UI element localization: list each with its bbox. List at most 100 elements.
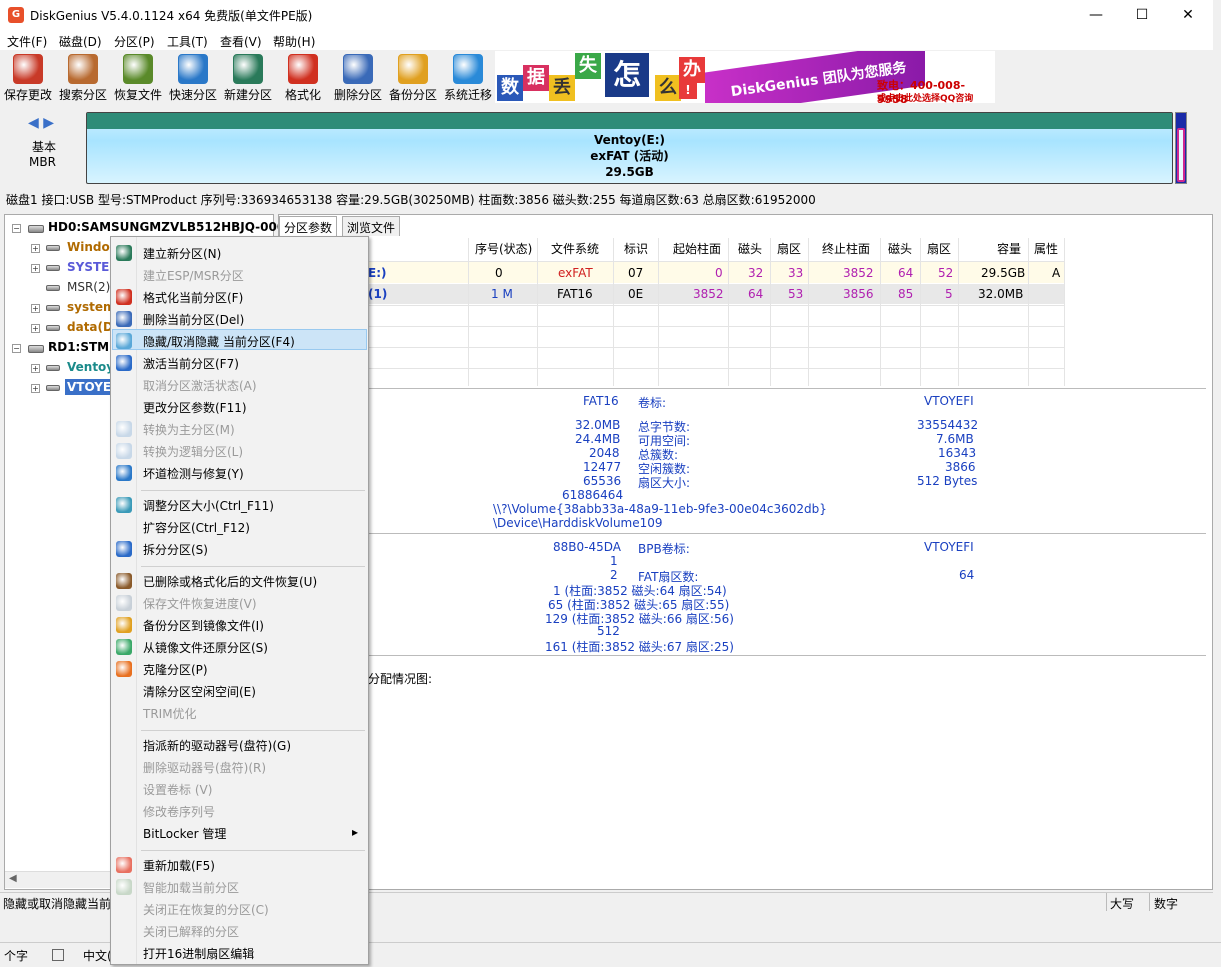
context-menu-item[interactable]: 调整分区大小(Ctrl_F11) [143, 497, 274, 514]
context-menu-item[interactable]: 指派新的驱动器号(盘符)(G) [143, 737, 291, 754]
col-header-end-cyl[interactable]: 终止柱面 [822, 240, 870, 257]
backup-partition-button[interactable]: 备份分区 [386, 52, 440, 104]
ad-banner[interactable]: 数 据 丢 失 怎 么 办 ! DiskGenius 团队为您服务 致电：400… [495, 51, 995, 103]
collapse-icon[interactable]: − [12, 344, 21, 353]
col-header-start-cyl[interactable]: 起始柱面 [673, 240, 721, 257]
taskbar-ime[interactable]: 中文( [83, 947, 112, 964]
context-menu-item[interactable]: 格式化当前分区(F) [143, 289, 243, 306]
context-menu-item: TRIM优化 [143, 707, 197, 721]
collapse-icon[interactable]: − [12, 224, 21, 233]
menu-view[interactable]: 查看(V) [220, 33, 262, 50]
context-menu-item[interactable]: 打开16进制扇区编辑 [143, 945, 254, 962]
table-row-divider [279, 326, 1065, 327]
convert-primary-icon [116, 421, 132, 437]
expand-icon[interactable]: + [31, 364, 40, 373]
menu-file[interactable]: 文件(F) [7, 33, 47, 50]
col-header-start-sector[interactable]: 扇区 [777, 240, 801, 257]
tree-partition-msr[interactable]: MSR(2) [67, 280, 110, 294]
cell-start-cyl: 0 [715, 266, 723, 280]
tree-partition-vtoyefi[interactable]: VTOYE [65, 379, 114, 395]
context-menu-item[interactable]: 删除当前分区(Del) [143, 311, 244, 328]
search-partition-button[interactable]: 搜索分区 [56, 52, 110, 104]
expand-icon[interactable]: + [31, 304, 40, 313]
context-menu-item[interactable]: 坏道检测与修复(Y) [143, 465, 244, 482]
expand-icon[interactable]: + [31, 264, 40, 273]
new-partition-button[interactable]: 新建分区 [221, 52, 275, 104]
usb-disk-icon [28, 345, 44, 353]
partition-icon [46, 365, 60, 371]
context-menu-item[interactable]: 克隆分区(P) [143, 661, 208, 678]
disk-nav-arrows-icon[interactable]: ◀ ▶ [28, 115, 54, 131]
banner-char: 么 [655, 75, 681, 101]
outer-scrollbar[interactable] [1213, 0, 1221, 967]
table-col-divider [920, 238, 921, 386]
context-menu-item[interactable]: 隐藏/取消隐藏 当前分区(F4) [143, 333, 295, 350]
info-bpb-label: VTOYEFI [924, 540, 974, 554]
menu-help[interactable]: 帮助(H) [273, 33, 315, 50]
table-col-divider [468, 238, 469, 386]
expand-icon[interactable]: + [31, 384, 40, 393]
status-num-lock: 数字 [1154, 897, 1179, 911]
minimize-button[interactable]: — [1073, 0, 1119, 30]
col-header-fs[interactable]: 文件系统 [551, 240, 599, 257]
menu-disk[interactable]: 磁盘(D) [59, 33, 102, 50]
smart-load-icon [116, 879, 132, 895]
context-menu-item[interactable]: 从镜像文件还原分区(S) [143, 639, 268, 656]
tree-disk-hd0[interactable]: HD0:SAMSUNGMZVLB512HBJQ-0000 [48, 220, 294, 234]
col-header-end-head[interactable]: 磁头 [888, 240, 912, 257]
col-header-index[interactable]: 序号(状态) [475, 240, 532, 257]
context-menu-item[interactable]: 清除分区空闲空间(E) [143, 683, 256, 700]
taskbar-item[interactable]: 个字 [4, 947, 28, 964]
col-header-id[interactable]: 标识 [624, 240, 648, 257]
close-button[interactable]: ✕ [1165, 0, 1211, 30]
col-header-end-sector[interactable]: 扇区 [927, 240, 951, 257]
expand-icon[interactable]: + [31, 244, 40, 253]
context-menu-item[interactable]: 扩容分区(Ctrl_F12) [143, 519, 250, 536]
menu-partition[interactable]: 分区(P) [114, 33, 155, 50]
expand-icon[interactable]: + [31, 324, 40, 333]
quick-partition-button[interactable]: 快速分区 [166, 52, 220, 104]
col-header-start-head[interactable]: 磁头 [738, 240, 762, 257]
context-menu-item: 取消分区激活状态(A) [143, 379, 257, 393]
info-fat-count: 64 [959, 568, 975, 582]
tree-partition-system2[interactable]: system [67, 300, 116, 314]
col-header-size[interactable]: 容量 [997, 240, 1021, 257]
partition-bar-fs: exFAT (活动) [590, 149, 669, 163]
tab-partition-params[interactable]: 分区参数 [279, 216, 338, 236]
col-header-attr[interactable]: 属性 [1034, 240, 1058, 257]
format-button[interactable]: 格式化 [276, 52, 330, 104]
tab-browse-files[interactable]: 浏览文件 [342, 216, 401, 236]
tree-partition-data[interactable]: data(D [67, 320, 113, 334]
menu-tools[interactable]: 工具(T) [167, 33, 208, 50]
partition-bar-vtoyefi-selected [1177, 128, 1185, 182]
search-icon [68, 54, 98, 84]
context-menu-item[interactable]: 建立新分区(N) [143, 245, 221, 262]
tree-disk-rd1[interactable]: RD1:STMP [48, 340, 118, 354]
context-menu-item[interactable]: 重新加载(F5) [143, 857, 215, 874]
context-menu-item[interactable]: 激活当前分区(F7) [143, 355, 239, 372]
partition-icon [46, 285, 60, 291]
context-menu-item[interactable]: 已删除或格式化后的文件恢复(U) [143, 573, 317, 590]
table-row-divider [279, 347, 1065, 348]
allocation-map-label: 分配情况图: [368, 672, 433, 686]
context-menu-item: 修改卷序列号 [143, 805, 216, 819]
tree-partition-ventoy[interactable]: Ventoy [67, 360, 114, 374]
recover-files-button[interactable]: 恢复文件 [111, 52, 165, 104]
context-menu-item[interactable]: 拆分分区(S) [143, 541, 208, 558]
context-menu-item: 保存文件恢复进度(V) [143, 597, 257, 611]
table-col-divider [1064, 238, 1065, 386]
save-changes-button[interactable]: 保存更改 [1, 52, 55, 104]
cell-name: E:) [368, 266, 387, 280]
system-migration-button[interactable]: 系统迁移 [441, 52, 495, 104]
context-menu-item: 关闭正在恢复的分区(C) [143, 903, 269, 917]
context-menu-item[interactable]: 备份分区到镜像文件(I) [143, 617, 264, 634]
maximize-button[interactable]: ☐ [1119, 0, 1165, 30]
delete-partition-button[interactable]: 删除分区 [331, 52, 385, 104]
cell-start-head: 64 [748, 287, 764, 301]
banner-qq-link: 或点击此处选择QQ咨询 [877, 94, 974, 103]
context-menu-item[interactable]: BitLocker 管理 [143, 825, 226, 842]
context-menu-item[interactable]: 更改分区参数(F11) [143, 399, 247, 416]
keyboard-icon[interactable] [52, 949, 64, 961]
scroll-left-icon[interactable]: ◀ [9, 873, 17, 884]
disk-partition-style: MBR [29, 155, 56, 169]
